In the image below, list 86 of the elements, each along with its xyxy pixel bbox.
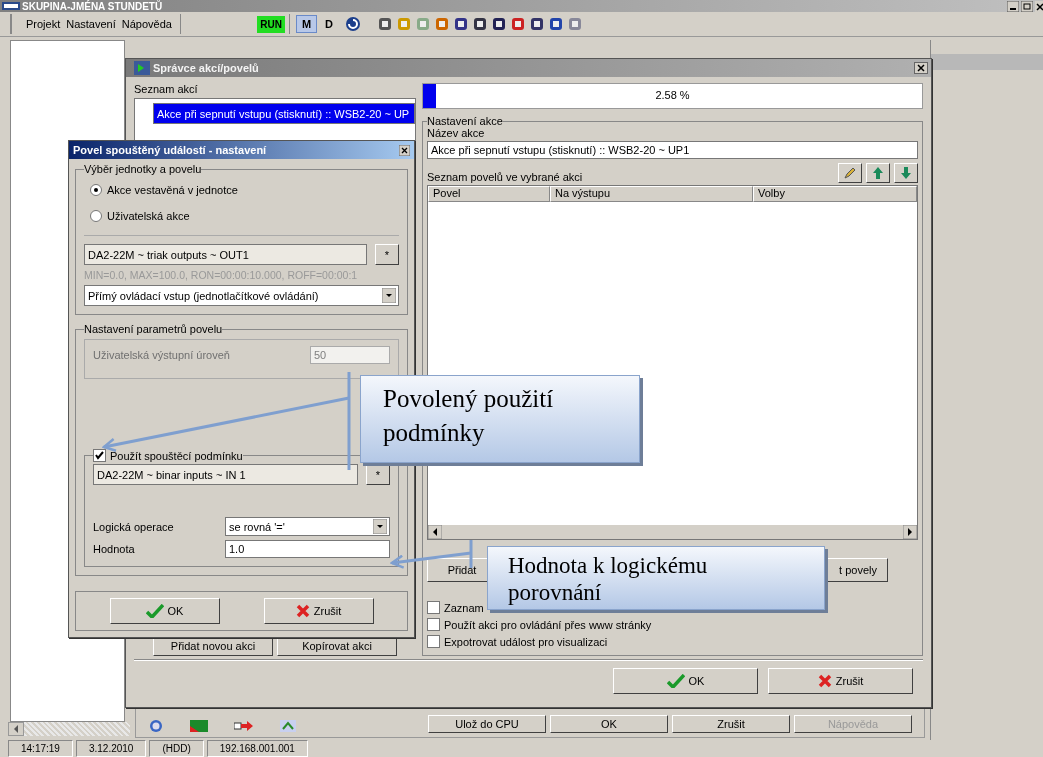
range-info: MIN=0.0, MAX=100.0, RON=00:00:10.000, ROFF=00:00:1 xyxy=(84,269,359,281)
pick-button[interactable]: * xyxy=(366,464,390,485)
toolbar-icon[interactable] xyxy=(472,16,489,32)
menu-item[interactable]: Projekt xyxy=(26,18,61,30)
close-icon[interactable] xyxy=(399,144,410,156)
footer-button[interactable]: OK xyxy=(550,715,668,733)
ok-button[interactable]: OK xyxy=(613,668,758,694)
pick-button[interactable]: * xyxy=(375,244,399,265)
operation-dropdown[interactable]: se rovná '=' xyxy=(225,517,390,536)
list-item[interactable]: Akce při sepnutí vstupu (stisknutí) :: WSB2-20 ~ UP xyxy=(153,103,415,124)
radio-button[interactable] xyxy=(90,184,102,196)
toolbar-icon[interactable] xyxy=(453,16,470,32)
scroll-bar[interactable] xyxy=(428,525,917,539)
checkbox-label: Použít akci pro ovládání přes www stránky xyxy=(444,618,652,631)
scroll-bar[interactable] xyxy=(8,722,130,736)
progress-reading: 2.58 % xyxy=(654,89,691,101)
menu-item[interactable]: Nápověda xyxy=(121,18,172,30)
status-field: (HDD) xyxy=(149,740,204,757)
column-header[interactable]: Volby xyxy=(753,186,917,202)
input-field[interactable]: DA2-22M ~ binar inputs ~ IN 1 xyxy=(93,464,358,485)
mode-dropdown[interactable]: Přímý ovládací vstup (jednotlačítkové ovládání) xyxy=(84,285,399,306)
field-label: Seznam akcí xyxy=(134,83,199,95)
footer-button[interactable]: Ulož do CPU xyxy=(428,715,546,733)
cancel-button[interactable]: Zrušit xyxy=(768,668,913,694)
run-indicator[interactable]: RUN xyxy=(257,15,285,33)
callout-tooltip: Hodnota k logickému porovnání xyxy=(487,546,825,610)
app-logo-icon xyxy=(2,2,20,10)
window-title: SKUPINA-JMÉNA STUNDETŮ xyxy=(22,0,163,12)
field-label: Uživatelská výstupní úroveň xyxy=(93,349,230,361)
mode-button[interactable]: M xyxy=(295,15,318,33)
window-title: Správce akcí/povelů xyxy=(153,62,259,74)
ok-button[interactable]: OK xyxy=(109,598,220,624)
scroll-right-icon[interactable] xyxy=(903,525,917,539)
field-label: Název akce xyxy=(427,127,486,139)
pencil-icon xyxy=(843,166,857,180)
callout-tooltip: Povolený použití podmínky xyxy=(360,375,640,463)
checkbox-label: Zaznam xyxy=(444,601,484,614)
field-label: Seznam povelů ve vybrané akci xyxy=(427,171,583,183)
field-label: Hodnota xyxy=(93,543,135,555)
status-field: 192.168.001.001 xyxy=(206,740,308,757)
close-icon[interactable] xyxy=(1035,0,1043,12)
check-icon xyxy=(666,674,685,688)
checkbox[interactable] xyxy=(93,449,106,462)
radio-label: Akce vestavěná v jednotce xyxy=(107,184,238,196)
column-header[interactable]: Povel xyxy=(428,186,550,202)
up-arrow-icon xyxy=(873,167,883,179)
checkbox-label: Použít spouštěcí podmínku xyxy=(110,449,243,462)
scroll-left-icon[interactable] xyxy=(428,525,442,539)
radio-button[interactable] xyxy=(90,210,102,222)
group-title: Nastavení parametrů povelu xyxy=(84,323,223,335)
status-field: 14:17:19 xyxy=(8,740,73,757)
down-arrow-icon xyxy=(901,167,911,179)
move-up-button[interactable] xyxy=(866,163,890,183)
field-label: Logická operace xyxy=(93,520,174,533)
name-field[interactable]: Akce při sepnutí vstupu (stisknutí) :: WSB2-20 ~ UP1 xyxy=(427,141,918,159)
dialog-title: Povel spouštěný událostí - nastavení xyxy=(73,144,267,156)
checkbox[interactable] xyxy=(427,618,440,631)
menu-item[interactable]: Nastavení xyxy=(66,18,116,30)
edit-button[interactable] xyxy=(838,163,862,183)
export-arrow-icon[interactable] xyxy=(234,720,254,732)
cancel-button[interactable]: Zrušit xyxy=(263,598,374,624)
toolbar-icon[interactable] xyxy=(548,16,565,32)
close-icon[interactable] xyxy=(914,62,928,74)
toolbar-icon[interactable] xyxy=(491,16,508,32)
restore-icon[interactable] xyxy=(1021,0,1033,12)
footer-button[interactable]: Zrušit xyxy=(672,715,790,733)
checkbox[interactable] xyxy=(427,635,440,648)
minimize-icon[interactable] xyxy=(1007,0,1019,12)
group-title: Nastavení akce xyxy=(427,115,503,127)
group-title: Výběr jednotky a povelu xyxy=(84,163,202,175)
status-field: 3.12.2010 xyxy=(75,740,147,757)
checkbox[interactable] xyxy=(427,601,440,614)
check-icon xyxy=(145,604,164,618)
output-field[interactable]: DA2-22M ~ triak outputs ~ OUT1 xyxy=(84,244,367,265)
move-down-button[interactable] xyxy=(894,163,918,183)
dropdown-arrow-icon xyxy=(373,519,387,534)
radio-label: Uživatelská akce xyxy=(107,210,190,222)
column-header[interactable]: Na výstupu xyxy=(550,186,753,202)
value-field[interactable]: 1.0 xyxy=(225,540,390,558)
toolbar-icon[interactable] xyxy=(377,16,394,32)
cross-icon xyxy=(817,674,832,688)
checkbox-label: Expotrovat událost pro visualizaci xyxy=(444,635,608,648)
dropdown-arrow-icon xyxy=(382,288,396,303)
window-icon xyxy=(134,61,150,75)
toolbar-icon[interactable] xyxy=(529,16,546,32)
cross-icon xyxy=(295,604,310,618)
